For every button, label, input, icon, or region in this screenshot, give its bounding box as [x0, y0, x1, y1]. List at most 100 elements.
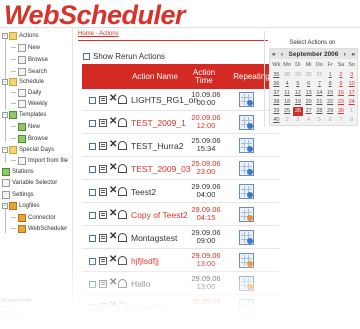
expand-toggle-icon[interactable]: − [2, 146, 8, 153]
action-name-link[interactable]: TEST_2009_03 [131, 164, 191, 174]
row-checkbox[interactable] [89, 235, 96, 242]
calendar-day[interactable]: 6 [325, 116, 336, 125]
calendar-day[interactable]: 5 [293, 80, 304, 89]
table-row[interactable]: ✕ Montagstest 29.09.06 09:00 [82, 227, 279, 249]
calendar-day[interactable]: 31 [314, 71, 325, 80]
sidebar-item-settings[interactable]: Settings [2, 189, 34, 200]
col-action-name[interactable]: Action Name [126, 64, 184, 89]
delete-icon[interactable]: ✕ [109, 232, 117, 242]
sidebar-item-browse[interactable]: Browse [11, 133, 48, 144]
repeating-calendar-icon[interactable] [239, 138, 254, 153]
calendar-day[interactable]: 14 [314, 89, 325, 98]
repeating-calendar-icon[interactable] [239, 115, 254, 130]
delete-icon[interactable]: ✕ [109, 209, 117, 219]
calendar-day[interactable]: 29 [293, 71, 304, 80]
edit-icon[interactable] [99, 234, 107, 242]
calendar-day[interactable]: 3 [346, 71, 357, 80]
sidebar-item-connector[interactable]: Connector [11, 212, 56, 223]
repeating-calendar-icon[interactable] [239, 207, 254, 222]
calendar-day[interactable]: 6 [303, 80, 314, 89]
repeating-calendar-icon[interactable] [239, 184, 254, 199]
table-row[interactable]: ✕ TEST_2009_1 20.09.06 12:00 [82, 112, 279, 134]
calendar-day[interactable]: 21 [314, 98, 325, 107]
action-name-link[interactable]: Teest2 [131, 187, 156, 197]
copy-icon[interactable] [118, 95, 127, 104]
calendar-day[interactable]: 23 [336, 98, 347, 107]
calendar-day[interactable]: 1 [346, 107, 357, 116]
calendar-day[interactable]: 22 [325, 98, 336, 107]
row-checkbox[interactable] [89, 97, 96, 104]
sidebar-item-stations[interactable]: Stations [2, 166, 34, 177]
delete-icon[interactable]: ✕ [109, 140, 117, 150]
calendar-day[interactable]: 9 [336, 80, 347, 89]
table-row[interactable]: ✕ Teest2 29.09.06 04:00 [82, 181, 279, 203]
calendar-day[interactable]: 5 [314, 116, 325, 125]
calendar-day[interactable]: 16 [336, 89, 347, 98]
calendar-day[interactable]: 24 [346, 98, 357, 107]
sidebar-item-new[interactable]: New [11, 121, 40, 132]
calendar-day[interactable]: 30 [336, 107, 347, 116]
delete-icon[interactable]: ✕ [109, 186, 117, 196]
next-month-button[interactable]: › [344, 51, 346, 58]
edit-icon[interactable] [99, 188, 107, 196]
sidebar-item-webscheduler[interactable]: WebScheduler [11, 223, 67, 234]
calendar-day[interactable]: 13 [303, 89, 314, 98]
col-action-time[interactable]: Action Time [184, 64, 224, 89]
sidebar-item-variable-selector[interactable]: Variable Selector [2, 177, 57, 188]
sidebar-item-browse[interactable]: Browse [11, 54, 48, 65]
calendar-day[interactable]: 28 [314, 107, 325, 116]
row-checkbox[interactable] [89, 212, 96, 219]
edit-icon[interactable] [99, 142, 107, 150]
table-row[interactable]: ✕ TEST_2009_03 25.09.06 23:00 [82, 158, 279, 180]
prev-year-button[interactable]: « [272, 51, 276, 58]
row-checkbox[interactable] [89, 143, 96, 150]
show-rerun-checkbox[interactable] [83, 53, 90, 60]
row-checkbox[interactable] [89, 120, 96, 127]
sidebar-item-weekly[interactable]: Weekly [11, 98, 48, 109]
delete-icon[interactable]: ✕ [109, 163, 117, 173]
calendar-day[interactable]: 17 [346, 89, 357, 98]
delete-icon[interactable]: ✕ [109, 94, 117, 104]
calendar-day[interactable]: 4 [303, 116, 314, 125]
calendar-day[interactable]: 11 [282, 89, 293, 98]
sidebar-item-actions[interactable]: − Actions [2, 30, 39, 41]
table-row[interactable]: ✕ Copy of Teest2 29.09.06 04:15 [82, 204, 279, 226]
calendar-day[interactable]: 2 [336, 71, 347, 80]
calendar-day[interactable]: 26 [292, 107, 304, 116]
calendar-day[interactable]: 20 [303, 98, 314, 107]
calendar-day[interactable]: 28 [282, 71, 293, 80]
calendar-day[interactable]: 29 [325, 107, 336, 116]
next-year-button[interactable]: » [351, 51, 355, 58]
action-name-link[interactable]: TEST_2009_1 [131, 118, 186, 128]
row-checkbox[interactable] [89, 166, 96, 173]
copy-icon[interactable] [118, 233, 127, 242]
calendar-day[interactable]: 30 [303, 71, 314, 80]
sidebar-item-import-from-file[interactable]: Import from file [11, 155, 68, 166]
edit-icon[interactable] [99, 165, 107, 173]
calendar-day[interactable]: 15 [325, 89, 336, 98]
calendar-day[interactable]: 19 [293, 98, 304, 107]
repeating-calendar-icon[interactable] [239, 230, 254, 245]
action-name-link[interactable]: Montagstest [131, 233, 177, 243]
copy-icon[interactable] [118, 141, 127, 150]
calendar-day[interactable]: 4 [282, 80, 293, 89]
action-name-link[interactable]: Copy of Teest2 [131, 210, 188, 220]
breadcrumb[interactable]: Home - Actions [78, 31, 119, 37]
edit-icon[interactable] [99, 119, 107, 127]
repeating-calendar-icon[interactable] [239, 92, 254, 107]
table-row[interactable]: ✕ LIGHTS_RG1_on 10.09.06 00:00 [82, 89, 279, 111]
calendar-day[interactable]: 10 [346, 80, 357, 89]
calendar-day[interactable]: 7 [336, 116, 347, 125]
show-rerun-toggle[interactable]: Show Rerun Actions [83, 52, 165, 61]
calendar-day[interactable]: 8 [346, 116, 357, 125]
sidebar-item-templates[interactable]: − Templates [2, 109, 46, 120]
sidebar-item-daily[interactable]: Daily [11, 87, 41, 98]
copy-icon[interactable] [118, 164, 127, 173]
copy-icon[interactable] [118, 210, 127, 219]
edit-icon[interactable] [99, 211, 107, 219]
expand-toggle-icon[interactable]: − [2, 78, 8, 85]
edit-icon[interactable] [99, 96, 107, 104]
expand-toggle-icon[interactable]: − [2, 202, 8, 209]
sidebar-item-new[interactable]: New [11, 42, 40, 53]
table-row[interactable]: ✕ TEST_Hurra2 25.09.06 15:34 [82, 135, 279, 157]
